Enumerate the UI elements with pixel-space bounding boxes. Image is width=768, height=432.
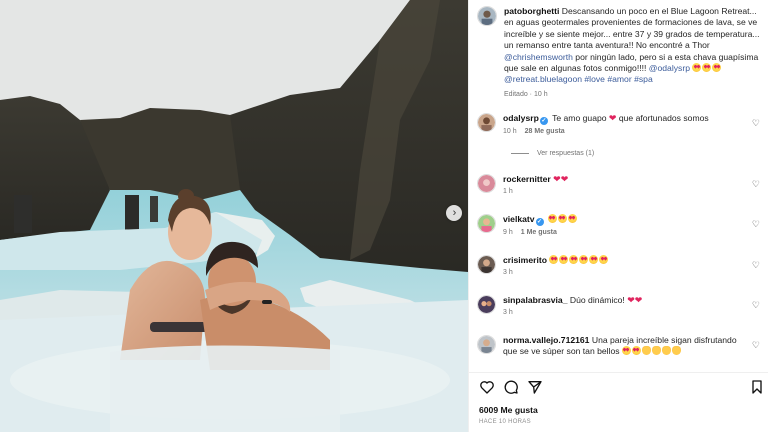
commenter-avatar[interactable] — [477, 113, 496, 132]
view-replies-label: Ver respuestas (1) — [537, 150, 595, 157]
post-photo: › — [0, 0, 468, 432]
comment-item: norma.vallejo.712161 Una pareja increíbl… — [477, 335, 753, 358]
clap-emoji-icon — [671, 346, 681, 356]
mention-thor[interactable]: @chrishemsworth — [504, 52, 573, 62]
heart-emoji-icon: ❤ — [608, 113, 617, 123]
heart-emoji-icon: ❤ — [553, 174, 561, 184]
clap-emoji-icon — [661, 346, 671, 356]
comment-username[interactable]: vielkatv — [503, 214, 535, 224]
comment-username[interactable]: rockernitter — [503, 174, 551, 184]
comment-time: 1 h — [503, 188, 513, 196]
chevron-right-icon: › — [452, 206, 457, 219]
comment-username[interactable]: sinpalabrasvia_ — [503, 295, 568, 305]
author-username[interactable]: patoborghetti — [504, 6, 559, 16]
commenter-avatar[interactable] — [477, 335, 496, 354]
next-photo-button[interactable]: › — [446, 205, 462, 221]
heart-eyes-emoji-icon — [599, 255, 609, 264]
comment-time: 3 h — [503, 269, 513, 277]
verified-badge-icon: ✓ — [539, 117, 548, 125]
heart-emoji-icon: ❤ — [560, 174, 569, 184]
comments-panel: patoborghetti Descansando un poco en el … — [468, 0, 768, 432]
comment-item: sinpalabrasvia_ Dúo dinámico! ❤❤ 3 h — [477, 295, 753, 316]
hashtags[interactable]: #love #amor #spa — [584, 74, 652, 84]
comment-time: 3 h — [503, 309, 513, 317]
comment-username[interactable]: odalysrp — [503, 113, 539, 123]
comment-item: rockernitter ❤❤ 1 h — [477, 174, 753, 195]
comment-like-heart-icon[interactable]: ♡ — [752, 219, 760, 230]
comment-text: Te amo guapo — [552, 113, 607, 123]
comment-time: 10 h — [503, 128, 517, 135]
verified-badge-icon: ✓ — [535, 218, 544, 226]
comment-item: vielkatv ✓ 9 h 1 Me gusta — [477, 214, 753, 236]
commenter-avatar[interactable] — [477, 214, 496, 233]
comment-likes[interactable]: 28 Me gusta — [525, 128, 565, 135]
commenter-avatar[interactable] — [477, 174, 496, 193]
heart-outline-icon[interactable] — [479, 379, 495, 395]
caption-text: patoborghetti Descansando un poco en el … — [504, 6, 761, 100]
comment-item: crisimerito 3 h — [477, 255, 753, 276]
replies-divider — [511, 153, 529, 154]
heart-eyes-emoji-icon — [549, 255, 559, 264]
post-action-bar: 6009 Me gusta HACE 10 HORAS — [469, 372, 768, 432]
author-avatar[interactable] — [477, 6, 497, 26]
caption-edited: Editado · 10 h — [504, 90, 548, 98]
heart-eyes-emoji-icon — [569, 255, 579, 264]
commenter-avatar[interactable] — [477, 295, 496, 314]
heart-eyes-emoji-icon — [547, 214, 557, 223]
post-likes-count[interactable]: 6009 Me gusta — [479, 405, 538, 415]
comment-item: odalysrp ✓ Te amo guapo ❤ que afortunados… — [477, 113, 753, 135]
comment-like-heart-icon[interactable]: ♡ — [752, 260, 760, 271]
comment-time: 9 h — [503, 229, 513, 236]
heart-eyes-emoji-icon — [692, 63, 702, 73]
bookmark-icon[interactable] — [749, 379, 765, 395]
commenter-avatar[interactable] — [477, 255, 496, 274]
mention-partner[interactable]: @odalysrp — [649, 63, 690, 73]
comment-bubble-icon[interactable] — [503, 379, 519, 395]
heart-eyes-emoji-icon — [557, 214, 567, 223]
post-caption: patoborghetti Descansando un poco en el … — [477, 6, 761, 100]
comment-username[interactable]: norma.vallejo.712161 — [503, 335, 589, 345]
heart-eyes-emoji-icon — [579, 255, 589, 264]
clap-emoji-icon — [651, 346, 661, 356]
comment-likes[interactable]: 1 Me gusta — [521, 229, 557, 236]
heart-emoji-icon: ❤ — [634, 295, 643, 305]
mention-place[interactable]: @retreat.bluelagoon — [504, 74, 582, 84]
comment-like-heart-icon[interactable]: ♡ — [752, 300, 760, 311]
comment-text: Dúo dinámico! — [569, 295, 625, 305]
heart-eyes-emoji-icon — [559, 255, 569, 264]
post-time-ago: HACE 10 HORAS — [479, 419, 531, 425]
clap-emoji-icon — [641, 346, 651, 356]
lagoon-scene — [0, 0, 468, 432]
heart-eyes-emoji-icon — [589, 255, 599, 264]
comment-text-2: que afortunados somos — [618, 113, 709, 123]
comment-like-heart-icon[interactable]: ♡ — [752, 179, 760, 190]
paper-plane-icon[interactable] — [527, 379, 543, 395]
heart-eyes-emoji-icon — [567, 214, 577, 223]
heart-eyes-emoji-icon — [702, 63, 712, 73]
view-replies-link[interactable]: Ver respuestas (1) — [511, 150, 594, 157]
heart-emoji-icon: ❤ — [627, 295, 635, 305]
heart-eyes-emoji-icon — [631, 346, 641, 356]
heart-eyes-emoji-icon — [712, 63, 722, 73]
comment-like-heart-icon[interactable]: ♡ — [752, 340, 760, 351]
heart-eyes-emoji-icon — [621, 346, 631, 356]
comment-like-heart-icon[interactable]: ♡ — [752, 118, 760, 129]
comment-username[interactable]: crisimerito — [503, 255, 547, 265]
